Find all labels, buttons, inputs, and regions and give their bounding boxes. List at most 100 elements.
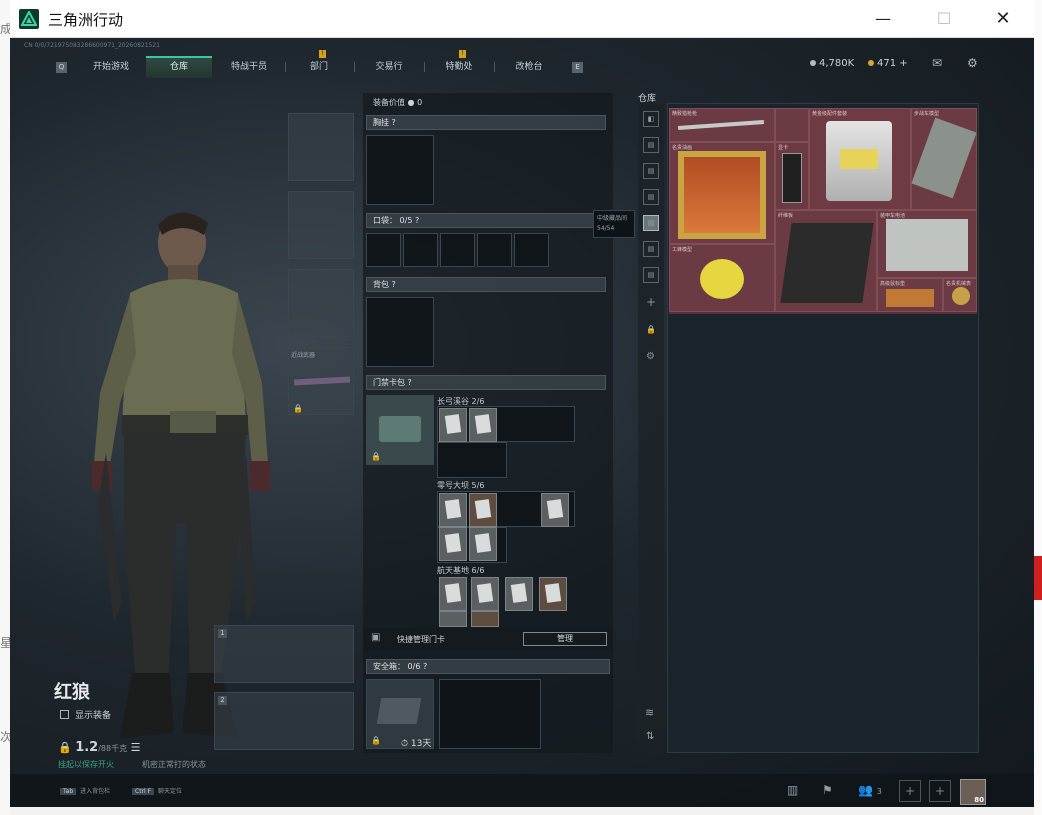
- safe-box-grid[interactable]: [439, 679, 541, 749]
- tab-warehouse[interactable]: 仓库: [146, 56, 212, 78]
- settings-gear-icon[interactable]: ⚙: [646, 351, 655, 362]
- mail-icon[interactable]: ✉: [932, 56, 942, 70]
- warehouse-slot[interactable]: [775, 108, 809, 142]
- tab-trade[interactable]: 交易行: [356, 56, 422, 78]
- keycard-item[interactable]: [469, 408, 497, 442]
- equipment-panel: 装备价值 ● 0 胸挂 ? 口袋： 0/5 ? 背包 ? 门禁卡包 ? 🔒 长弓…: [363, 93, 613, 753]
- window-title-bar[interactable]: 三角洲行动 — ☐ ✕: [10, 0, 1034, 38]
- category-icon[interactable]: ▤: [643, 163, 659, 179]
- close-button[interactable]: ✕: [980, 4, 1026, 34]
- equipment-value-label: 装备价值: [373, 98, 405, 107]
- item-name: 装甲车电池: [880, 213, 906, 219]
- primary-weapon-slot-1[interactable]: 1: [214, 625, 354, 683]
- player-uid: CN 0/0/721975083286600971_20260821521: [24, 42, 160, 49]
- ctrl-key-label: 聊天定位: [158, 788, 183, 795]
- warehouse-item[interactable]: 名贵油画: [669, 142, 775, 244]
- stats-chart-icon[interactable]: ▥: [787, 783, 798, 797]
- show-equip-label: 显示装备: [75, 711, 112, 721]
- pocket-header: 口袋： 0/5 ?: [366, 213, 606, 228]
- tab-operators[interactable]: 特战干员: [216, 56, 282, 78]
- silver-currency: 4,780K: [810, 58, 854, 69]
- add-currency-button[interactable]: +: [899, 58, 907, 69]
- category-icon[interactable]: ▤: [643, 137, 659, 153]
- category-all-icon[interactable]: ◧: [643, 111, 659, 127]
- quick-manage-label: 快捷管理门卡: [397, 635, 445, 644]
- player-avatar[interactable]: 80: [960, 779, 986, 805]
- warehouse-item[interactable]: 工蜂模型: [669, 244, 775, 312]
- warehouse-panel: 精致猎枪枪 黄金级配件套装 步战车模型 名贵油画 显卡 纤维板 装甲车电池 工蜂…: [667, 103, 979, 753]
- backpack-label: 背包: [373, 280, 389, 289]
- nav-next-key[interactable]: E: [572, 62, 583, 73]
- main-nav: Q 开始游戏 仓库 特战干员 部门! 交易行 特勤处! 改枪台 E: [52, 50, 592, 78]
- pocket-cell[interactable]: [477, 233, 512, 267]
- minimize-button[interactable]: —: [860, 4, 906, 34]
- sort-icon[interactable]: ⇅: [646, 731, 654, 742]
- tab-start-game[interactable]: 开始游戏: [78, 56, 144, 78]
- safe-box-slot[interactable]: 🔒 ⏱ 13天: [366, 679, 434, 749]
- warehouse-item[interactable]: 装甲车电池: [877, 210, 977, 278]
- pistol-slot[interactable]: [288, 269, 354, 337]
- warehouse-sidebar: ◧ ▤ ▤ ▤ ▤ ▤ ▤ + 🔒 ⚙ ≋ ⇅: [638, 103, 664, 753]
- operator-name: 红狼: [54, 682, 90, 703]
- keycard-item[interactable]: [439, 408, 467, 442]
- flag-icon[interactable]: ⚑: [822, 783, 833, 797]
- friends-icon[interactable]: 👥 3: [858, 783, 882, 797]
- warehouse-item[interactable]: 精致猎枪枪: [669, 108, 775, 142]
- keycard-item[interactable]: [469, 493, 497, 527]
- primary-weapon-slot-2[interactable]: 2: [214, 692, 354, 750]
- warehouse-item[interactable]: 纤维板: [775, 210, 877, 312]
- settings-gear-icon[interactable]: ⚙: [967, 56, 978, 70]
- backpack-slot[interactable]: [366, 297, 434, 367]
- category-icon[interactable]: ▤: [643, 241, 659, 257]
- keycard-item[interactable]: [469, 527, 497, 561]
- lock-icon[interactable]: 🔒: [646, 325, 656, 334]
- tooltip-count: 54/54: [597, 225, 615, 232]
- category-icon[interactable]: ▤: [643, 189, 659, 205]
- keycard-item[interactable]: [439, 527, 467, 561]
- warehouse-item[interactable]: 黄金级配件套装: [809, 108, 911, 210]
- pocket-cell[interactable]: [440, 233, 475, 267]
- keycard-item[interactable]: [439, 611, 467, 627]
- warehouse-item[interactable]: 高级鼠标垫: [877, 278, 943, 312]
- invite-slot[interactable]: +: [899, 780, 921, 802]
- invite-slot[interactable]: +: [929, 780, 951, 802]
- keycard-item[interactable]: [541, 493, 569, 527]
- item-name: 名贵机械表: [946, 281, 972, 287]
- list-icon[interactable]: ☰: [131, 741, 141, 754]
- maximize-button[interactable]: ☐: [921, 4, 967, 34]
- tab-gunsmith[interactable]: 改枪台: [496, 56, 562, 78]
- pocket-cell[interactable]: [514, 233, 549, 267]
- armor-slot[interactable]: [288, 191, 354, 259]
- category-icon[interactable]: ▤: [643, 267, 659, 283]
- tab-department[interactable]: 部门!: [286, 50, 352, 78]
- keycard-grid[interactable]: [437, 442, 507, 478]
- tab-key-hint[interactable]: Tab 进入背包栏: [60, 786, 110, 795]
- tab-special-ops[interactable]: 特勤处!: [426, 50, 492, 78]
- category-collectibles-icon[interactable]: ▤: [643, 215, 659, 231]
- keycard-item[interactable]: [539, 577, 567, 611]
- manage-button[interactable]: 管理: [523, 632, 607, 646]
- background-window-edge: 成 星 次: [0, 0, 12, 815]
- pocket-cell[interactable]: [403, 233, 438, 267]
- helmet-slot[interactable]: [288, 113, 354, 181]
- layers-icon[interactable]: ≋: [645, 706, 654, 719]
- keycard-item[interactable]: [439, 577, 467, 611]
- keycard-item[interactable]: [471, 611, 499, 627]
- keycard-case-slot[interactable]: 🔒: [366, 395, 434, 465]
- keycard-item[interactable]: [471, 577, 499, 611]
- warehouse-item[interactable]: 显卡: [775, 142, 809, 210]
- warehouse-item[interactable]: 步战车模型: [911, 108, 977, 210]
- warehouse-item[interactable]: 名贵机械表: [943, 278, 977, 312]
- gold-amount: 471: [877, 58, 897, 69]
- show-equip-toggle[interactable]: 显示装备: [60, 708, 111, 721]
- ctrl-key-hint[interactable]: Ctrl F 聊天定位: [132, 786, 182, 795]
- background-window-edge-right: [1034, 0, 1042, 815]
- chest-rig-slot[interactable]: [366, 135, 434, 205]
- melee-weapon-slot[interactable]: 近战武器 🔒: [288, 347, 354, 415]
- pocket-cell[interactable]: [366, 233, 401, 267]
- status-hint-green: 挂起以保存开火: [58, 760, 114, 769]
- keycard-item[interactable]: [505, 577, 533, 611]
- nav-prev-key[interactable]: Q: [56, 62, 67, 73]
- keycard-item[interactable]: [439, 493, 467, 527]
- add-page-icon[interactable]: +: [646, 295, 656, 309]
